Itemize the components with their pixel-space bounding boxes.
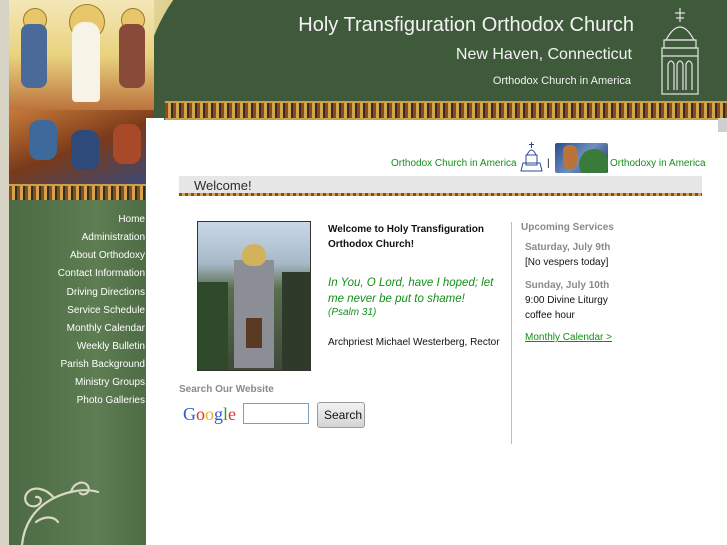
left-prophet-figure [21, 24, 47, 88]
header-shadow [718, 118, 727, 132]
psalm-reference: (Psalm 31) [328, 307, 377, 318]
disciple-figure-1 [29, 120, 57, 160]
church-photo [197, 221, 311, 371]
sidebar-item-driving-directions[interactable]: Driving Directions [67, 287, 145, 298]
page-title: Welcome! [194, 178, 252, 193]
sidebar-item-contact-information[interactable]: Contact Information [58, 268, 145, 279]
google-logo-icon: Google [183, 404, 237, 424]
search-input[interactable] [243, 403, 309, 424]
service-line: 9:00 Divine Liturgy [525, 295, 608, 306]
transfiguration-icon-image [9, 0, 154, 200]
oca-link[interactable]: Orthodox Church in America [391, 158, 517, 169]
sidebar-item-service-schedule[interactable]: Service Schedule [67, 305, 145, 316]
sidebar-item-administration[interactable]: Administration [82, 232, 145, 243]
scroll-ornament-icon [20, 481, 100, 545]
column-divider [511, 222, 512, 444]
link-separator: | [547, 158, 550, 169]
photo-dome [242, 244, 266, 266]
disciple-figure-2 [71, 130, 99, 170]
page: Holy Transfiguration Orthodox Church New… [0, 0, 727, 545]
site-title: Holy Transfiguration Orthodox Church [298, 14, 634, 36]
header-ornamental-border [165, 101, 727, 120]
orthodoxy-in-america-globe-image[interactable] [555, 143, 608, 173]
site-subtitle: New Haven, Connecticut [455, 46, 632, 63]
service-line: coffee hour [525, 310, 575, 321]
site-tagline: Orthodox Church in America [492, 75, 631, 87]
sidebar-item-photo-galleries[interactable]: Photo Galleries [77, 395, 145, 406]
saint-figure [563, 145, 577, 169]
sidebar-item-parish-background[interactable]: Parish Background [61, 359, 146, 370]
sidebar-item-about-orthodoxy[interactable]: About Orthodoxy [70, 250, 145, 261]
sidebar-item-ministry-groups[interactable]: Ministry Groups [75, 377, 145, 388]
search-button[interactable]: Search [317, 402, 365, 428]
christ-figure [72, 22, 100, 102]
welcome-rule [179, 193, 702, 196]
service-day: Saturday, July 9th [525, 242, 611, 253]
disciple-figure-3 [113, 124, 141, 164]
photo-tree-right [282, 272, 310, 370]
globe-sphere [579, 149, 608, 173]
photo-tree-left [198, 282, 228, 370]
service-line: [No vespers today] [525, 257, 609, 268]
photo-tower [234, 260, 274, 368]
orthodoxy-in-america-link[interactable]: Orthodoxy in America [610, 158, 706, 169]
psalm-quote: In You, O Lord, have I hoped; let me nev… [328, 277, 494, 305]
sidebar-edge [146, 118, 164, 545]
church-dome-icon [661, 8, 699, 95]
sidebar-item-monthly-calendar[interactable]: Monthly Calendar [67, 323, 145, 334]
sidebar-item-weekly-bulletin[interactable]: Weekly Bulletin [77, 341, 145, 352]
right-prophet-figure [119, 24, 145, 88]
photo-door [246, 318, 262, 348]
search-label: Search Our Website [179, 384, 274, 395]
oca-church-logo-icon[interactable] [519, 141, 544, 173]
rector-name: Archpriest Michael Westerberg, Rector [328, 337, 500, 348]
monthly-calendar-link[interactable]: Monthly Calendar > [525, 332, 612, 343]
sidebar-item-home[interactable]: Home [118, 214, 145, 225]
left-margin-bar [0, 0, 9, 545]
service-day: Sunday, July 10th [525, 280, 610, 291]
welcome-heading: Welcome to Holy Transfiguration Orthodox… [328, 224, 484, 250]
upcoming-services-heading: Upcoming Services [521, 222, 614, 233]
